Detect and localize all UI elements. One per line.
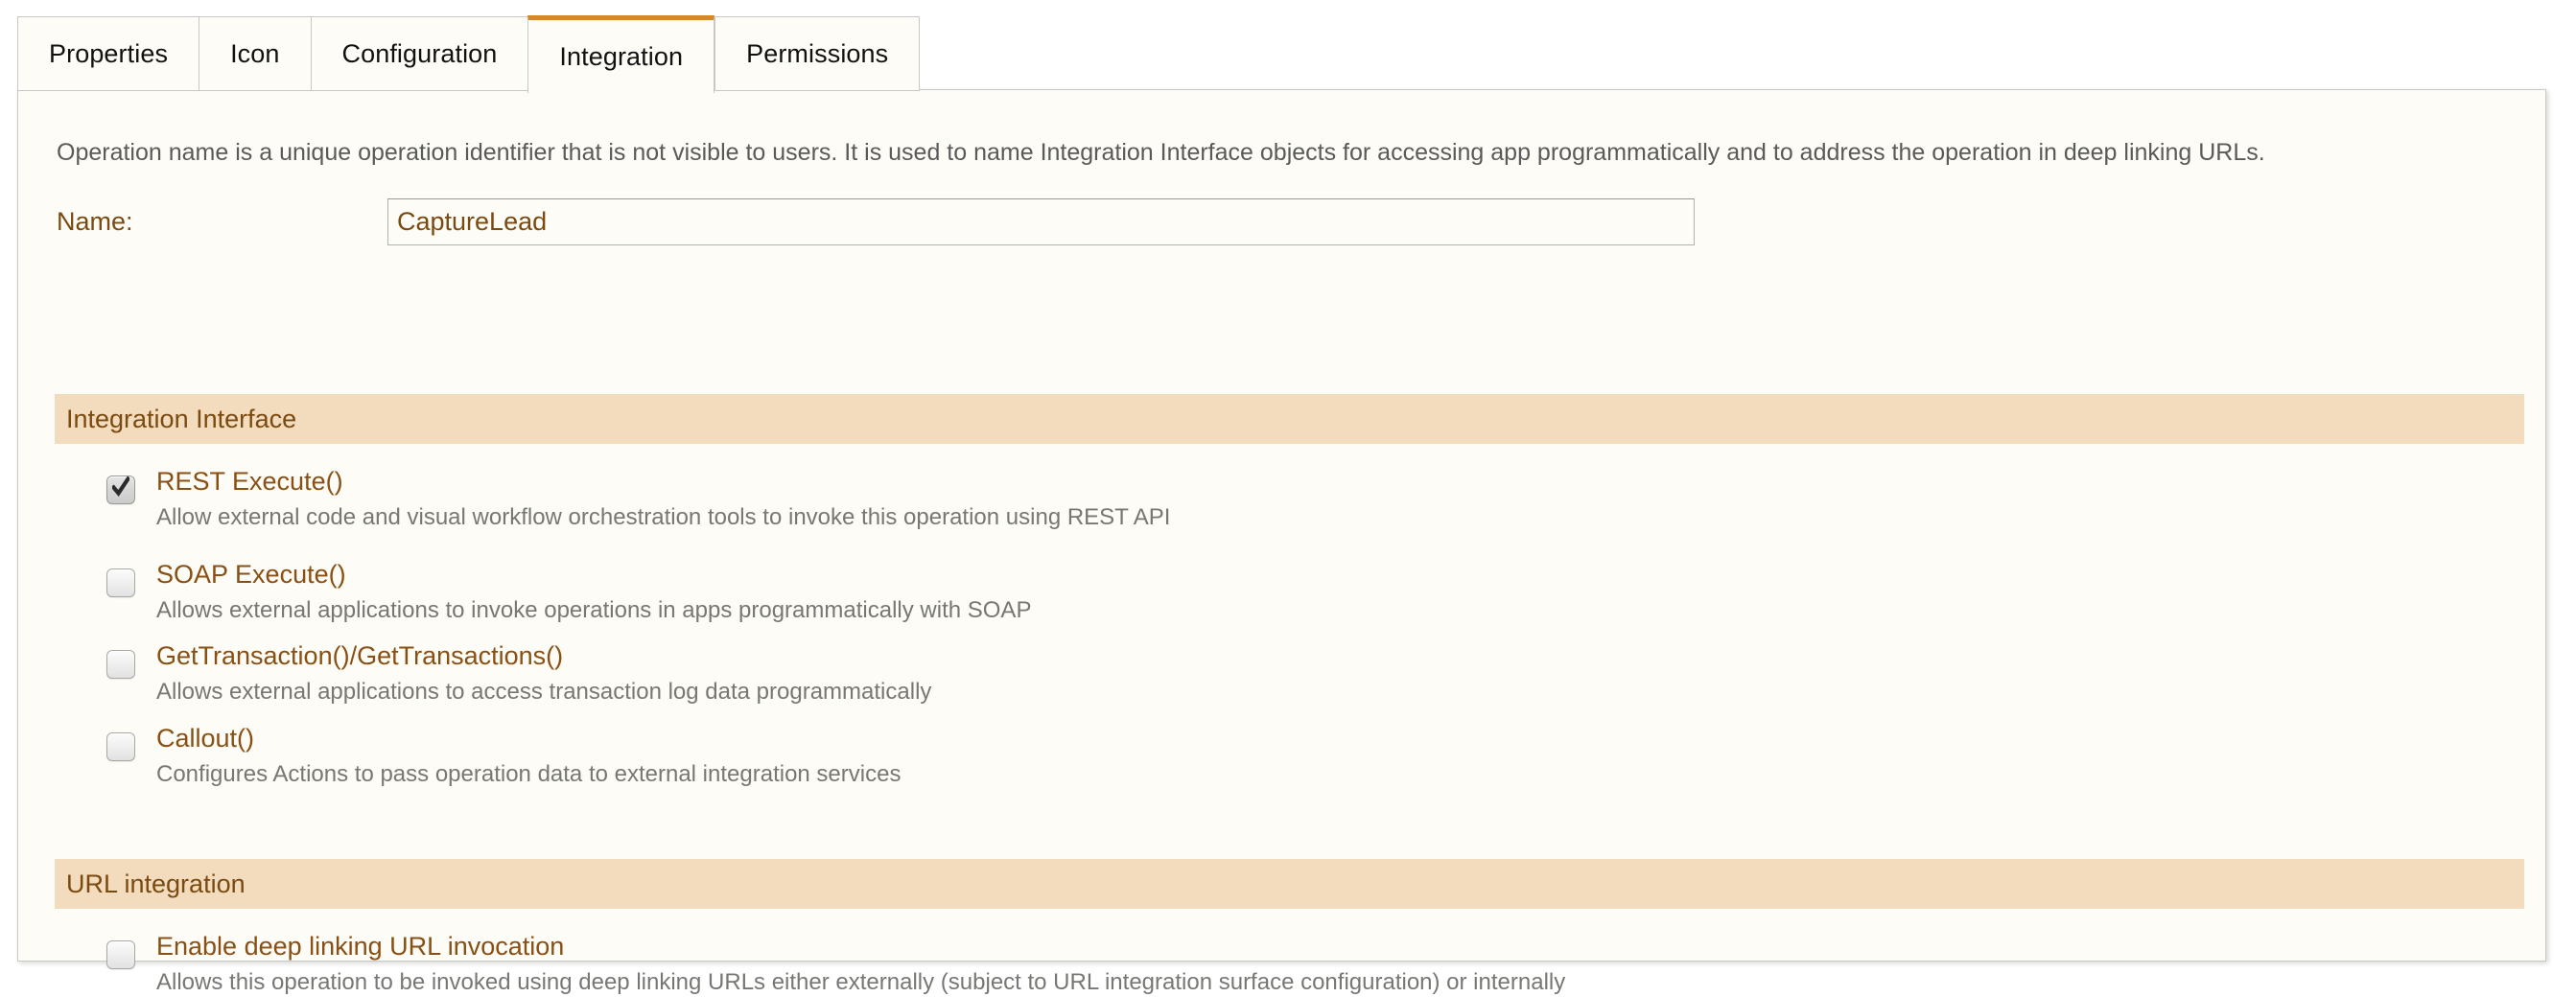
integration-panel-body: Operation name is a unique operation ide…: [18, 90, 2545, 961]
section-title-integration-interface: Integration Interface: [66, 405, 296, 434]
checkbox-callout[interactable]: [106, 732, 135, 761]
option-body-soap-execute: SOAP Execute() Allows external applicati…: [156, 560, 1031, 625]
option-body-deep-linking: Enable deep linking URL invocation Allow…: [156, 932, 1565, 997]
option-description-get-transaction: Allows external applications to access t…: [156, 679, 931, 707]
checkbox-rest-execute[interactable]: [106, 475, 135, 504]
option-title-callout: Callout(): [156, 724, 901, 754]
name-label: Name:: [57, 207, 387, 237]
tab-integration-label: Integration: [559, 42, 683, 72]
tab-properties[interactable]: Properties: [17, 16, 199, 91]
tab-icon[interactable]: Icon: [199, 16, 310, 91]
option-row-deep-linking: Enable deep linking URL invocation Allow…: [106, 935, 1565, 997]
option-title-soap-execute: SOAP Execute(): [156, 560, 1031, 591]
option-description-soap-execute: Allows external applications to invoke o…: [156, 597, 1031, 625]
section-header-integration-interface: Integration Interface: [55, 394, 2524, 444]
tab-configuration-label: Configuration: [342, 39, 498, 69]
integration-panel: Operation name is a unique operation ide…: [17, 89, 2546, 962]
name-field-row: Name:: [57, 198, 1695, 244]
option-row-rest-execute: REST Execute() Allow external code and v…: [106, 470, 1170, 532]
option-description-rest-execute: Allow external code and visual workflow …: [156, 504, 1170, 532]
section-header-url-integration: URL integration: [55, 859, 2524, 909]
option-body-callout: Callout() Configures Actions to pass ope…: [156, 724, 901, 789]
section-title-url-integration: URL integration: [66, 869, 246, 899]
intro-description: Operation name is a unique operation ide…: [57, 137, 2265, 169]
option-title-get-transaction: GetTransaction()/GetTransactions(): [156, 641, 931, 672]
option-title-rest-execute: REST Execute(): [156, 467, 1170, 498]
tab-configuration[interactable]: Configuration: [311, 16, 528, 91]
option-description-deep-linking: Allows this operation to be invoked usin…: [156, 969, 1565, 997]
checkmark-icon: [112, 475, 129, 500]
tab-properties-label: Properties: [49, 39, 168, 69]
option-body-rest-execute: REST Execute() Allow external code and v…: [156, 467, 1170, 532]
name-input[interactable]: [387, 198, 1695, 245]
option-row-soap-execute: SOAP Execute() Allows external applicati…: [106, 563, 1031, 625]
option-row-callout: Callout() Configures Actions to pass ope…: [106, 727, 901, 789]
option-description-callout: Configures Actions to pass operation dat…: [156, 761, 901, 789]
checkbox-deep-linking[interactable]: [106, 940, 135, 969]
checkbox-soap-execute[interactable]: [106, 568, 135, 597]
tab-integration[interactable]: Integration: [527, 15, 714, 93]
option-row-get-transaction: GetTransaction()/GetTransactions() Allow…: [106, 644, 931, 707]
option-title-deep-linking: Enable deep linking URL invocation: [156, 932, 1565, 962]
option-body-get-transaction: GetTransaction()/GetTransactions() Allow…: [156, 641, 931, 707]
tab-permissions[interactable]: Permissions: [714, 16, 920, 91]
tab-permissions-label: Permissions: [746, 39, 888, 69]
integration-settings-screen: Properties Icon Configuration Integratio…: [0, 0, 2576, 995]
checkbox-get-transaction[interactable]: [106, 650, 135, 679]
tab-strip: Properties Icon Configuration Integratio…: [17, 16, 920, 91]
tab-icon-label: Icon: [230, 39, 279, 69]
